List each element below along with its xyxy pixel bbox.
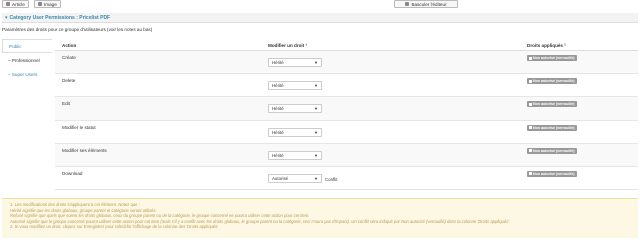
group-tab-label: Public [9,43,22,49]
action-name: Delete [62,78,76,84]
status-badge: Non autorisé (verrouillé) [527,55,577,61]
permission-select[interactable]: Hérité ▼ [268,81,322,91]
lock-icon [529,126,532,130]
permissions-panel-header[interactable]: ▾ Category User Permissions : Pricelist … [2,13,638,23]
table-row: Modifier le statut Hérité ▼ Non autorisé … [55,121,638,144]
group-tabs: Public – Professionnel – Super Users [2,39,52,81]
status-badge: Non autorisé (verrouillé) [527,170,577,177]
image-button[interactable]: Image [34,0,61,8]
select-value: Hérité [272,152,284,158]
group-tab-professionnel[interactable]: – Professionnel [2,53,52,67]
caret-down-icon: ▼ [314,106,318,112]
select-value: Hérité [272,60,284,65]
permission-select[interactable]: Hérité ▼ [268,150,322,160]
status-badge: Non autorisé (verrouillé) [527,124,577,131]
group-tab-label: – Super Users [8,71,38,77]
note-line: 2. Si vous modifiez un droit, cliquez su… [10,224,220,230]
lock-icon [529,56,532,60]
table-row: Delete Hérité ▼ Non autorisé (verrouillé) [55,74,638,98]
column-header-action: Action [62,43,77,48]
eye-icon [405,2,410,6]
lock-icon [529,172,532,176]
toggle-editor-label: Basculer l'éditeur [411,1,447,7]
caret-down-icon: ▼ [314,60,318,65]
status-badge: Non autorisé (verrouillé) [527,101,577,108]
badge-label: Non autorisé (verrouillé) [533,79,575,84]
lock-icon [529,79,532,83]
lock-icon [529,149,532,153]
editor-toolbar: Article Image Basculer l'éditeur [0,0,640,11]
caret-down-icon: ▼ [314,129,318,135]
group-tab-label: – Professionnel [8,57,40,63]
table-header: Action Modifier un droit ¹ Droits appliq… [55,39,638,51]
image-icon [38,2,42,6]
group-tab-super-users[interactable]: – Super Users [2,67,52,81]
badge-label: Non autorisé (verrouillé) [533,148,575,153]
action-name: Modifier ses éléments [62,147,107,153]
panel-title: Category User Permissions : Pricelist PD… [9,14,111,21]
file-icon [6,2,10,6]
panel-description: Paramètres des droits pour ce groupe d'u… [2,27,153,32]
action-name: Edit [62,101,70,107]
group-tab-public[interactable]: Public [2,39,52,53]
permission-select[interactable]: Hérité ▼ [268,104,322,114]
select-value: Hérité [272,106,284,112]
action-name: Modifier le statut [62,124,96,130]
table-row: Créate Hérité ▼ Non autorisé (verrouillé) [55,51,638,75]
table-row: Download Autorisé ▼ Conflit Non autorisé … [55,167,638,191]
action-name: Créate [62,55,76,60]
column-header-change: Modifier un droit ¹ [268,43,308,48]
article-button[interactable]: Article [2,0,29,8]
action-name: Download [62,170,83,176]
column-header-computed: Droits appliqués ² [527,43,566,48]
select-value: Hérité [272,129,284,135]
chevron-down-icon: ▾ [5,14,8,21]
table-row: Edit Hérité ▼ Non autorisé (verrouillé) [55,97,638,121]
badge-label: Non autorisé (verrouillé) [533,102,575,107]
article-button-label: Article [12,1,25,7]
caret-down-icon: ▼ [314,83,318,89]
permission-select[interactable]: Hérité ▼ [268,58,322,67]
permission-select[interactable]: Hérité ▼ [268,127,322,137]
toggle-editor-button[interactable]: Basculer l'éditeur [394,0,458,8]
caret-down-icon: ▼ [314,152,318,158]
permission-notes: 1. Les modifications des droits s'appliq… [2,198,638,238]
lock-icon [529,102,532,106]
conflict-label: Conflit [325,176,338,182]
permission-select[interactable]: Autorisé ▼ [268,173,322,183]
status-badge: Non autorisé (verrouillé) [527,78,577,85]
status-badge: Non autorisé (verrouillé) [527,147,577,154]
select-value: Hérité [272,83,284,89]
image-button-label: Image [44,1,57,7]
badge-label: Non autorisé (verrouillé) [533,56,575,60]
badge-label: Non autorisé (verrouillé) [533,171,575,176]
badge-label: Non autorisé (verrouillé) [533,125,575,130]
caret-down-icon: ▼ [314,175,318,181]
permissions-table: Action Modifier un droit ¹ Droits appliq… [55,39,638,191]
select-value: Autorisé [272,175,289,181]
table-row: Modifier ses éléments Hérité ▼ Non autori… [55,143,638,167]
